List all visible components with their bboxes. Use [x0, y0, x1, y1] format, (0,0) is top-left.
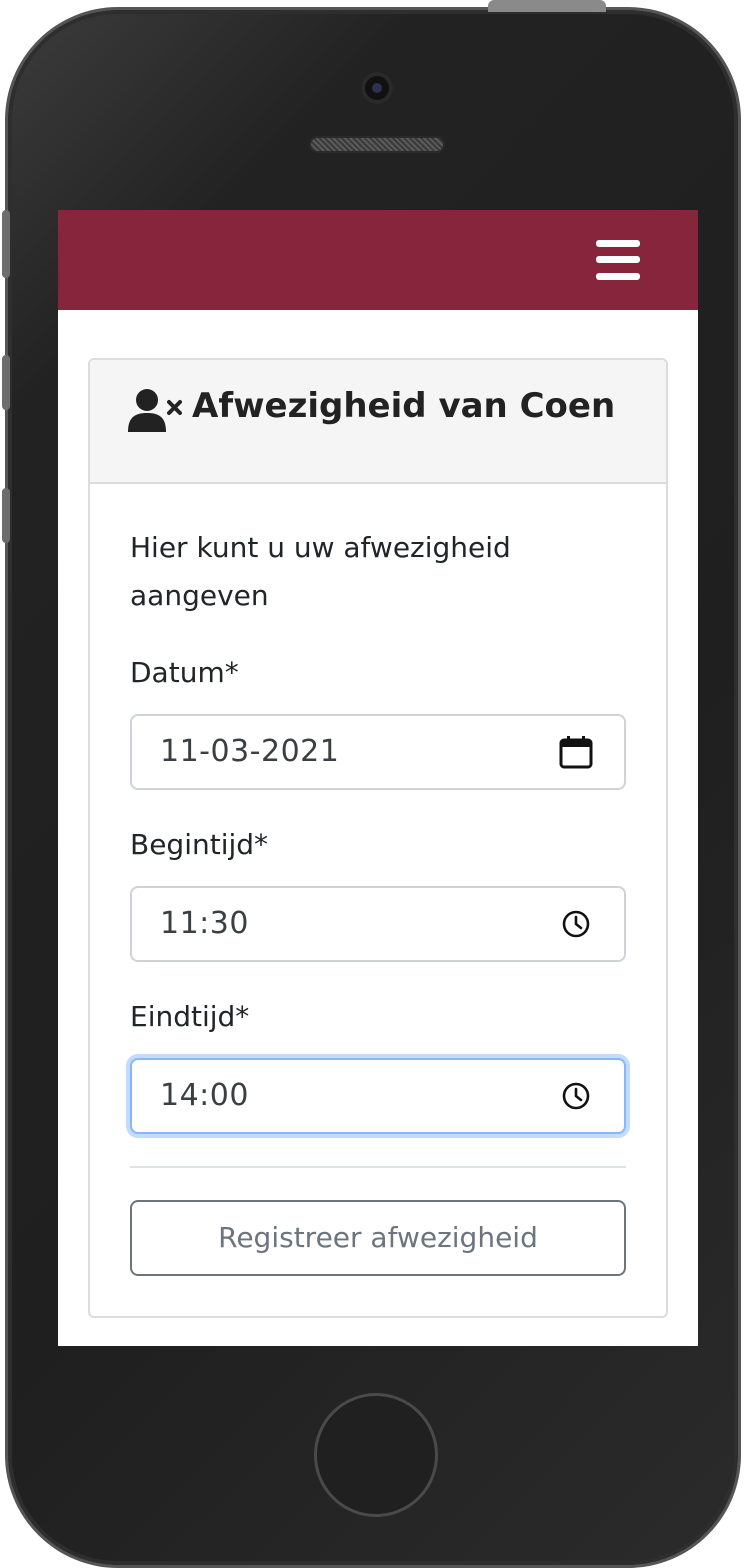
front-camera: [361, 72, 393, 104]
date-value: 11-03-2021: [160, 734, 340, 769]
date-field[interactable]: 11-03-2021: [130, 714, 626, 790]
end-time-label: Eindtijd*: [130, 1000, 250, 1033]
navbar: [58, 210, 698, 310]
earpiece-speaker: [311, 138, 443, 151]
clock-icon[interactable]: [558, 906, 594, 942]
start-time-field[interactable]: 11:30: [130, 886, 626, 962]
date-label: Datum*: [130, 656, 239, 689]
clock-icon[interactable]: [558, 1078, 594, 1114]
mute-switch: [2, 210, 10, 278]
intro-text: Hier kunt u uw afwezigheid aangeven: [130, 531, 511, 612]
absence-card: Afwezigheid van Coen Hier kunt u uw afwe…: [88, 358, 668, 1318]
start-time-value: 11:30: [160, 906, 249, 941]
phone-screen: Afwezigheid van Coen Hier kunt u uw afwe…: [58, 210, 698, 1346]
end-time-field[interactable]: 14:00: [130, 1058, 626, 1134]
volume-up-button: [2, 355, 10, 410]
home-button[interactable]: [314, 1393, 438, 1517]
divider: [130, 1166, 626, 1168]
card-title: Afwezigheid van Coen: [192, 386, 616, 426]
hamburger-menu-icon[interactable]: [596, 240, 640, 280]
register-absence-button[interactable]: Registreer afwezigheid: [130, 1200, 626, 1276]
end-time-value: 14:00: [160, 1078, 249, 1113]
card-header: Afwezigheid van Coen: [90, 360, 666, 484]
power-button: [488, 0, 606, 12]
start-time-label: Begintijd*: [130, 828, 269, 861]
volume-down-button: [2, 488, 10, 543]
calendar-icon[interactable]: [558, 734, 594, 770]
user-remove-icon: [128, 389, 182, 432]
